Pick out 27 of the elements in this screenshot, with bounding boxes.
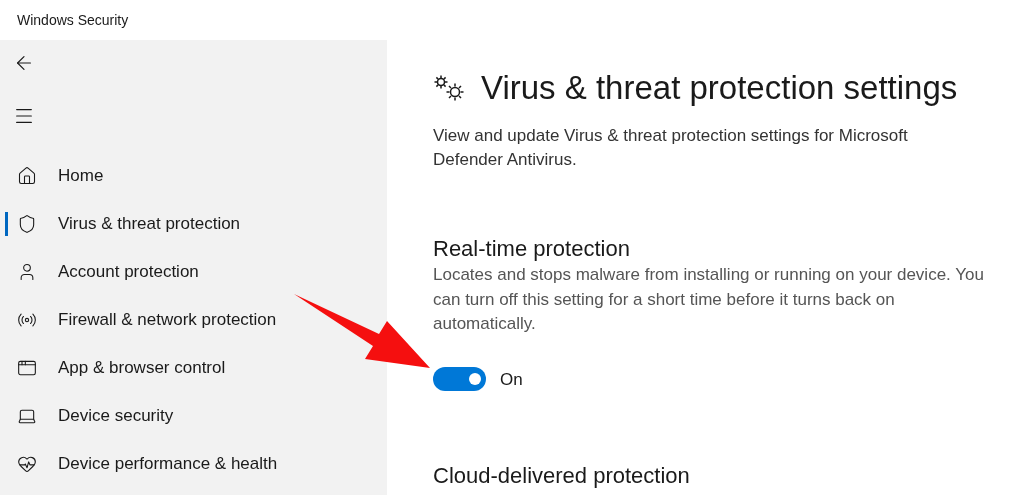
section-heading: Real-time protection: [433, 235, 631, 263]
sidebar-item-label: Virus & threat protection: [58, 213, 241, 236]
section-heading: Cloud-delivered protection: [433, 462, 691, 490]
sidebar-item-label: Device security: [58, 405, 174, 428]
gears-icon: [433, 74, 467, 102]
toggle-label: On: [500, 368, 523, 391]
heart-pulse-icon: [17, 454, 37, 474]
sidebar-item[interactable]: Device performance & health: [0, 440, 286, 488]
sidebar-item-label: Device performance & health: [58, 453, 278, 476]
sidebar-item-label: Home: [58, 165, 104, 188]
window-title: Windows Security: [17, 10, 129, 30]
sidebar-item[interactable]: Home: [0, 152, 112, 200]
shield-icon: [17, 214, 37, 234]
window-icon: [17, 358, 37, 378]
sidebar-item[interactable]: Firewall & network protection: [0, 296, 285, 344]
section-description: Locates and stops malware from installing or running on your device. You can turn off this setting for a short time before it turns back on automatically.: [433, 264, 985, 335]
sidebar-item[interactable]: App & browser control: [0, 344, 234, 392]
sidebar-item-label: Firewall & network protection: [58, 309, 277, 332]
selection-indicator: [5, 212, 8, 236]
toggle-switch[interactable]: [433, 367, 486, 392]
page-title: Virus & threat protection settings: [481, 68, 958, 108]
sidebar-item[interactable]: Account protection: [0, 248, 207, 296]
sidebar-item-label: Account protection: [58, 261, 199, 284]
page-description: View and update Virus & threat protection settings for Microsoft Defender Antivirus.: [433, 125, 909, 171]
sidebar-item-label: App & browser control: [58, 357, 226, 380]
home-icon: [17, 166, 37, 186]
sidebar-item[interactable]: Device security: [0, 392, 182, 440]
